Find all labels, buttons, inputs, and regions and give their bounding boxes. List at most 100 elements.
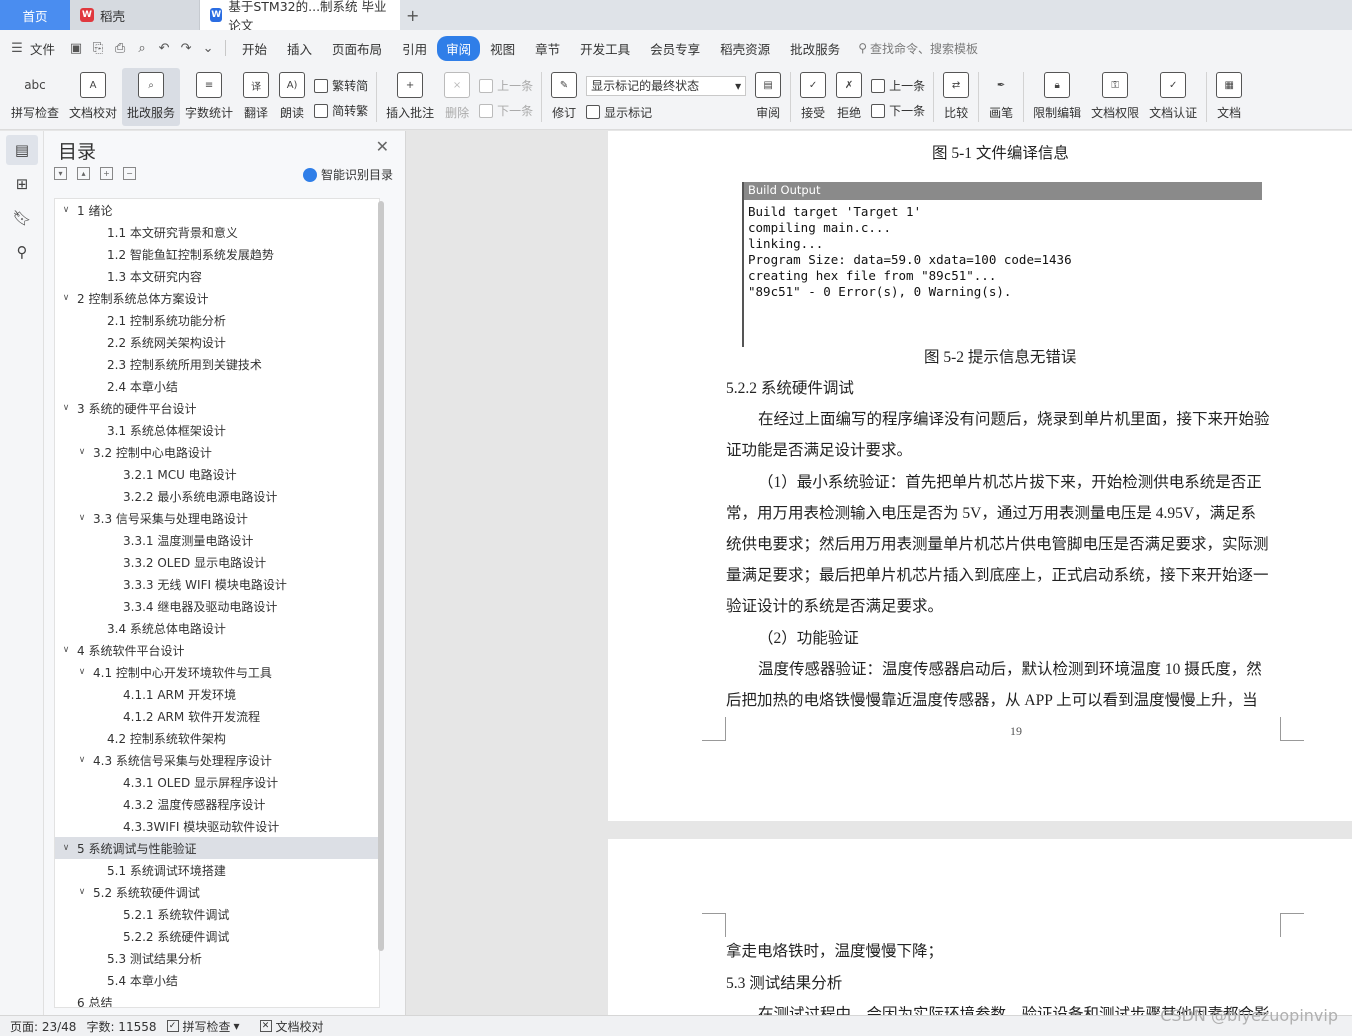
- document-page[interactable]: 图 5-1 文件编译信息 Build Output Build target '…: [608, 131, 1352, 821]
- status-spell-check[interactable]: ✓ 拼写检查 ▾: [166, 1018, 250, 1035]
- prev-comment-button[interactable]: 上一条: [479, 77, 533, 94]
- document-page[interactable]: 拿走电烙铁时，温度慢慢下降； 5.3 测试结果分析 在测试过程中，会因为实际环境…: [608, 839, 1352, 1015]
- chevron-down-icon[interactable]: ∨: [75, 887, 89, 897]
- doc-check-button[interactable]: A 文档校对: [64, 68, 122, 126]
- doc-more-button[interactable]: ▦ 文档: [1211, 68, 1247, 126]
- outline-item[interactable]: 2.4 本章小结: [55, 375, 379, 397]
- close-icon[interactable]: ✕: [376, 137, 389, 156]
- customize-chevron-icon[interactable]: ⌄: [197, 41, 219, 56]
- outline-item[interactable]: 2.1 控制系统功能分析: [55, 309, 379, 331]
- outline-item[interactable]: 6 总结: [55, 991, 379, 1008]
- next-change-button[interactable]: 下一条: [871, 102, 925, 119]
- outline-item[interactable]: 5.2.2 系统硬件调试: [55, 925, 379, 947]
- tab-document[interactable]: W 基于STM32的...制系统 毕业论文: [200, 0, 400, 33]
- trad-to-simp-button[interactable]: 繁转简: [314, 77, 368, 94]
- outline-item[interactable]: 3.4 系统总体电路设计: [55, 617, 379, 639]
- review-pane-button[interactable]: ▤ 审阅: [750, 68, 786, 126]
- outline-item[interactable]: 3.3.3 无线 WIFI 模块电路设计: [55, 573, 379, 595]
- compare-button[interactable]: ⇄ 比较: [938, 68, 974, 126]
- outline-item[interactable]: ∨ 3.3 信号采集与处理电路设计: [55, 507, 379, 529]
- add-heading-icon[interactable]: +: [100, 167, 113, 180]
- outline-item[interactable]: 3.3.2 OLED 显示电路设计: [55, 551, 379, 573]
- undo-icon[interactable]: ↶: [153, 41, 175, 56]
- next-comment-button[interactable]: 下一条: [479, 102, 533, 119]
- chevron-down-icon[interactable]: ∨: [59, 403, 73, 413]
- search-icon[interactable]: ⚲: [6, 237, 38, 267]
- menu-layout[interactable]: 页面布局: [322, 39, 392, 58]
- bookmark-icon[interactable]: 🔖︎: [6, 203, 38, 233]
- pen-button[interactable]: ✒ 画笔: [983, 68, 1019, 126]
- menu-reference[interactable]: 引用: [392, 39, 437, 58]
- prev-change-button[interactable]: 上一条: [871, 77, 925, 94]
- chevron-down-icon[interactable]: ∨: [75, 447, 89, 457]
- page-indicator[interactable]: 页面: 23/48: [0, 1018, 86, 1035]
- outline-pane-icon[interactable]: ▤: [6, 135, 38, 165]
- redo-icon[interactable]: ↷: [175, 41, 197, 56]
- outline-item[interactable]: 4.1.1 ARM 开发环境: [55, 683, 379, 705]
- review-service-button[interactable]: ⌕ 批改服务: [122, 68, 181, 126]
- outline-item[interactable]: ∨ 4 系统软件平台设计: [55, 639, 379, 661]
- chevron-down-icon[interactable]: ∨: [75, 667, 89, 677]
- chevron-down-icon[interactable]: ∨: [59, 645, 73, 655]
- simp-to-trad-button[interactable]: 简转繁: [314, 102, 368, 119]
- document-area[interactable]: 图 5-1 文件编译信息 Build Output Build target '…: [406, 131, 1352, 1015]
- word-count-button[interactable]: ≡ 字数统计: [180, 68, 238, 126]
- outline-item[interactable]: 2.3 控制系统所用到关键技术: [55, 353, 379, 375]
- menu-start[interactable]: 开始: [232, 39, 277, 58]
- outline-item[interactable]: ∨ 1 绪论: [55, 199, 379, 221]
- hamburger-menu-icon[interactable]: ☰: [6, 41, 28, 56]
- save-icon[interactable]: ▣: [65, 41, 87, 56]
- outline-item[interactable]: 4.3.2 温度传感器程序设计: [55, 793, 379, 815]
- new-tab-plus-icon[interactable]: +: [400, 0, 425, 30]
- command-search[interactable]: ⚲ 查找命令、搜索模板: [858, 40, 978, 57]
- outline-scrollbar[interactable]: [378, 201, 384, 1001]
- outline-scroll-thumb[interactable]: [378, 201, 384, 951]
- show-marks-button[interactable]: 显示标记: [586, 104, 746, 121]
- doc-cert-button[interactable]: ✓ 文档认证: [1144, 68, 1202, 126]
- outline-item[interactable]: 3.2.2 最小系统电源电路设计: [55, 485, 379, 507]
- outline-item[interactable]: 4.2 控制系统软件架构: [55, 727, 379, 749]
- smart-toc-button[interactable]: 智能识别目录: [302, 166, 393, 183]
- menu-member[interactable]: 会员专享: [640, 39, 710, 58]
- outline-item[interactable]: ∨ 2 控制系统总体方案设计: [55, 287, 379, 309]
- outline-item[interactable]: 3.3.4 继电器及驱动电路设计: [55, 595, 379, 617]
- revise-button[interactable]: ✎ 修订: [546, 68, 582, 126]
- insert-comment-button[interactable]: + 插入批注: [381, 68, 439, 126]
- collapse-all-icon[interactable]: ▾: [54, 167, 67, 180]
- preview-icon[interactable]: ⌕: [131, 41, 153, 56]
- translate-button[interactable]: 译 翻译: [238, 68, 274, 126]
- outline-item[interactable]: 2.2 系统网关架构设计: [55, 331, 379, 353]
- expand-up-icon[interactable]: ▴: [77, 167, 90, 180]
- menu-insert[interactable]: 插入: [277, 39, 322, 58]
- print-icon[interactable]: ⎙: [109, 41, 131, 56]
- reject-button[interactable]: ✗ 拒绝: [831, 68, 867, 126]
- accept-button[interactable]: ✓ 接受: [795, 68, 831, 126]
- menu-review-service[interactable]: 批改服务: [780, 39, 850, 58]
- outline-item[interactable]: 4.1.2 ARM 软件开发流程: [55, 705, 379, 727]
- remove-heading-icon[interactable]: −: [123, 167, 136, 180]
- status-doc-check[interactable]: ✕ 文档校对: [250, 1018, 334, 1035]
- doc-permission-button[interactable]: ⚿ 文档权限: [1086, 68, 1144, 126]
- chapter-nav-icon[interactable]: ⊞: [6, 169, 38, 199]
- restrict-edit-button[interactable]: 🔒︎ 限制编辑: [1028, 68, 1086, 126]
- outline-item[interactable]: 5.2.1 系统软件调试: [55, 903, 379, 925]
- tab-daoke[interactable]: W 稻壳: [70, 0, 200, 30]
- outline-item[interactable]: 5.1 系统调试环境搭建: [55, 859, 379, 881]
- chevron-down-icon[interactable]: ∨: [59, 205, 73, 215]
- word-count-indicator[interactable]: 字数: 11558: [86, 1018, 166, 1035]
- chevron-down-icon[interactable]: ∨: [59, 293, 73, 303]
- menu-file[interactable]: 文件: [28, 39, 65, 58]
- outline-item[interactable]: ∨ 3 系统的硬件平台设计: [55, 397, 379, 419]
- outline-item[interactable]: 5.3 测试结果分析: [55, 947, 379, 969]
- menu-devtools[interactable]: 开发工具: [570, 39, 640, 58]
- outline-item[interactable]: 3.2.1 MCU 电路设计: [55, 463, 379, 485]
- outline-item[interactable]: ∨ 3.2 控制中心电路设计: [55, 441, 379, 463]
- chevron-down-icon[interactable]: ∨: [75, 513, 89, 523]
- menu-resources[interactable]: 稻壳资源: [710, 39, 780, 58]
- menu-review[interactable]: 审阅: [437, 35, 481, 61]
- chevron-down-icon[interactable]: ∨: [59, 843, 73, 853]
- chevron-down-icon[interactable]: ∨: [75, 755, 89, 765]
- outline-item[interactable]: ∨ 5 系统调试与性能验证: [55, 837, 379, 859]
- display-mode-select[interactable]: 显示标记的最终状态 ▾: [586, 75, 747, 96]
- outline-item[interactable]: 3.1 系统总体框架设计: [55, 419, 379, 441]
